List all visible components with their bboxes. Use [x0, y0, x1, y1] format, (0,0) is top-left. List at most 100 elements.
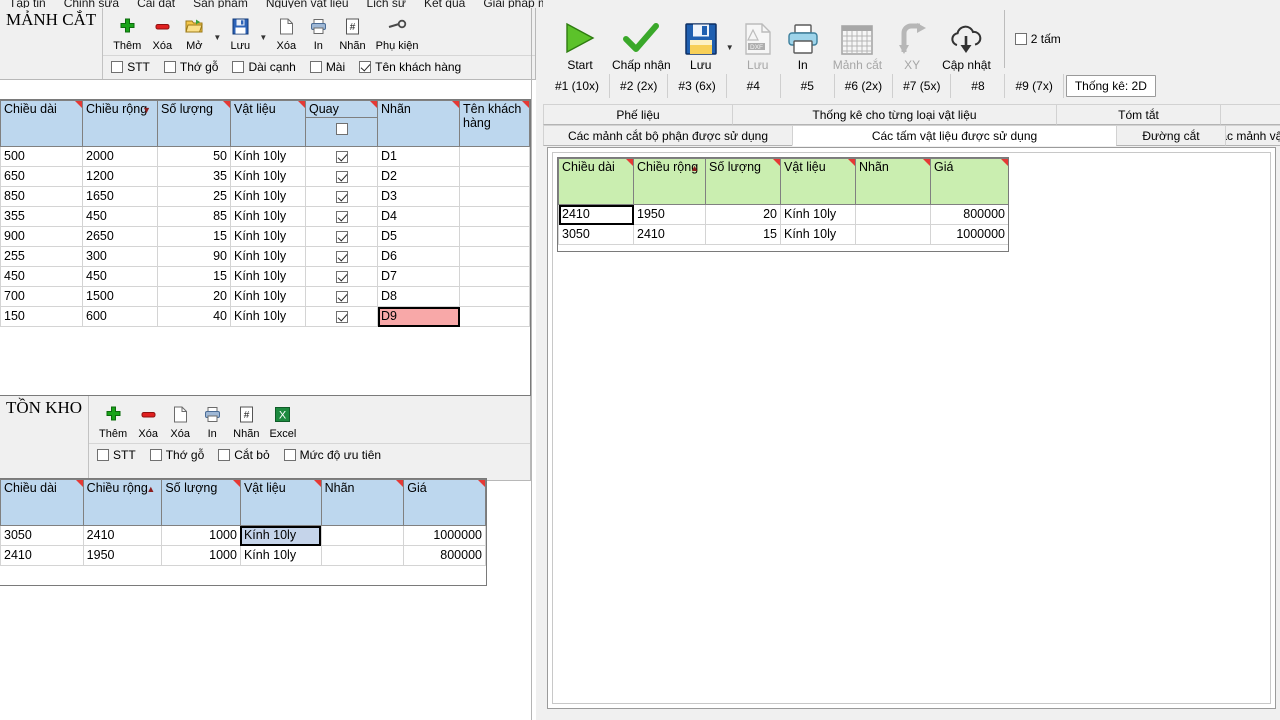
panel-splitter[interactable] [531, 8, 532, 720]
cell-so_luong[interactable]: 90 [158, 247, 231, 267]
column-header-6[interactable]: Tên khách hàng [460, 101, 530, 147]
solution-tab-4[interactable]: #5 [781, 74, 835, 98]
cell-chieu_dai[interactable]: 3050 [1, 526, 84, 546]
cell-chieu_rong[interactable]: 1650 [83, 187, 158, 207]
table-row[interactable]: 241019501000Kính 10ly800000 [1, 546, 486, 566]
cell-nhan[interactable]: D8 [378, 287, 460, 307]
table-row[interactable]: 45045015Kính 10lyD7 [1, 267, 530, 287]
column-header-5[interactable]: Giá [931, 159, 1009, 205]
cell-vat_lieu[interactable]: Kính 10ly [781, 225, 856, 245]
cell-vat_lieu[interactable]: Kính 10ly [240, 526, 321, 546]
cell-ten_khach_hang[interactable] [460, 247, 530, 267]
cell-vat_lieu[interactable]: Kính 10ly [231, 187, 306, 207]
cell-ten_khach_hang[interactable] [460, 287, 530, 307]
cell-chieu_rong[interactable]: 1950 [634, 205, 706, 225]
save-dropdown-caret-icon[interactable]: ▼ [257, 33, 269, 42]
cell-nhan[interactable] [856, 225, 931, 245]
cell-gia[interactable]: 800000 [404, 546, 486, 566]
cell-chieu_rong[interactable]: 2410 [634, 225, 706, 245]
parts-save-button[interactable]: Lưu [225, 12, 255, 53]
cell-chieu_dai[interactable]: 150 [1, 307, 83, 327]
column-header-0[interactable]: Chiều dài [1, 480, 84, 526]
solution-tab-3[interactable]: #4 [727, 74, 781, 98]
cell-chieu_dai[interactable]: 355 [1, 207, 83, 227]
solution-tab-7[interactable]: #8 [951, 74, 1005, 98]
table-row[interactable]: 850165025Kính 10ly D3 [1, 187, 530, 207]
solution-tab-6[interactable]: #7 (5x) [893, 74, 951, 98]
cell-vat_lieu[interactable]: Kính 10ly [231, 207, 306, 227]
stock-add-button[interactable]: Thêm [95, 400, 131, 441]
cell-so_luong[interactable]: 50 [158, 147, 231, 167]
cell-so_luong[interactable]: 20 [158, 287, 231, 307]
cell-nhan[interactable]: D4 [378, 207, 460, 227]
table-row[interactable]: 25530090Kính 10lyD6 [1, 247, 530, 267]
cell-nhan[interactable]: D1 [378, 147, 460, 167]
cell-vat_lieu[interactable]: Kính 10ly [781, 205, 856, 225]
row-checkbox[interactable] [336, 211, 348, 223]
cell-nhan[interactable] [856, 205, 931, 225]
cell-ten_khach_hang[interactable] [460, 227, 530, 247]
column-header-1[interactable]: Chiều rộng▲ [83, 480, 162, 526]
column-header-2[interactable]: Số lượng [162, 480, 241, 526]
cell-chieu_dai[interactable]: 255 [1, 247, 83, 267]
column-header-0[interactable]: Chiều dài [1, 101, 83, 147]
solution-tab-2[interactable]: #3 (6x) [668, 74, 726, 98]
quay-header-checkbox[interactable] [309, 118, 374, 135]
stock-check-trim[interactable]: Cắt bỏ [218, 448, 269, 462]
cell-vat_lieu[interactable]: Kính 10ly [231, 147, 306, 167]
parts-open-button[interactable]: Mở [179, 12, 209, 53]
column-header-0[interactable]: Chiều dài [559, 159, 634, 205]
stock-label-button[interactable]: # Nhãn [229, 400, 263, 441]
table-row[interactable]: 2410195020Kính 10ly800000 [559, 205, 1009, 225]
stock-delete-button[interactable]: Xóa [133, 400, 163, 441]
start-button[interactable]: Start [555, 15, 605, 72]
cell-chieu_dai[interactable]: 850 [1, 187, 83, 207]
solution-tab-8[interactable]: #9 (7x) [1005, 74, 1063, 98]
parts-check-customer[interactable]: Tên khách hàng [359, 60, 461, 74]
filter-flag-icon[interactable] [396, 480, 403, 487]
accept-button[interactable]: Chấp nhận [605, 15, 678, 72]
column-header-2[interactable]: Số lượng [158, 101, 231, 147]
cell-gia[interactable]: 1000000 [931, 225, 1009, 245]
row-checkbox[interactable] [336, 171, 348, 183]
cell-quay[interactable] [306, 307, 378, 327]
filter-flag-icon[interactable] [370, 101, 377, 108]
filter-flag-icon[interactable] [298, 101, 305, 108]
save-dxf-button[interactable]: DXF Lưu [736, 15, 780, 72]
filter-flag-icon[interactable] [233, 480, 240, 487]
cell-nhan[interactable] [321, 526, 404, 546]
filter-flag-icon[interactable] [223, 101, 230, 108]
parts-grid[interactable]: Chiều dàiChiều rộng▼Số lượngVật liệuQuay… [0, 99, 531, 396]
stat-tab-tabrow2-2[interactable]: Đường cắt [1116, 125, 1226, 146]
filter-flag-icon[interactable] [773, 159, 780, 166]
cell-chieu_rong[interactable]: 450 [83, 207, 158, 227]
cell-gia[interactable]: 800000 [931, 205, 1009, 225]
cell-chieu_dai[interactable]: 2410 [1, 546, 84, 566]
cell-chieu_rong[interactable]: 2410 [83, 526, 162, 546]
cell-chieu_dai[interactable]: 900 [1, 227, 83, 247]
cell-quay[interactable] [306, 227, 378, 247]
cell-so_luong[interactable]: 25 [158, 187, 231, 207]
parts-check-grain[interactable]: Thớ gỗ [164, 60, 219, 74]
column-header-4[interactable]: Nhãn [321, 480, 404, 526]
table-row[interactable]: 305024101000Kính 10ly1000000 [1, 526, 486, 546]
cell-nhan[interactable]: D3 [378, 187, 460, 207]
column-header-5[interactable]: Giá [404, 480, 486, 526]
row-checkbox[interactable] [336, 291, 348, 303]
parts-print-button[interactable]: In [303, 12, 333, 53]
sheets-grid[interactable]: Chiều dàiChiều rộng▲Số lượngVật liệuNhãn… [557, 157, 1009, 252]
cell-quay[interactable] [306, 287, 378, 307]
cell-ten_khach_hang[interactable] [460, 207, 530, 227]
cell-chieu_rong[interactable]: 2650 [83, 227, 158, 247]
column-header-2[interactable]: Số lượng [706, 159, 781, 205]
stock-check-priority[interactable]: Mức độ ưu tiên [284, 448, 381, 462]
row-checkbox[interactable] [336, 311, 348, 323]
cell-vat_lieu[interactable]: Kính 10ly [231, 287, 306, 307]
parts-add-button[interactable]: Thêm [109, 12, 145, 53]
open-dropdown-caret-icon[interactable]: ▼ [211, 33, 223, 42]
row-checkbox[interactable] [336, 251, 348, 263]
column-header-5[interactable]: Nhãn [378, 101, 460, 147]
column-header-3[interactable]: Vật liệu [781, 159, 856, 205]
cell-vat_lieu[interactable]: Kính 10ly [240, 546, 321, 566]
parts-accessory-button[interactable]: Phụ kiện [372, 12, 423, 53]
